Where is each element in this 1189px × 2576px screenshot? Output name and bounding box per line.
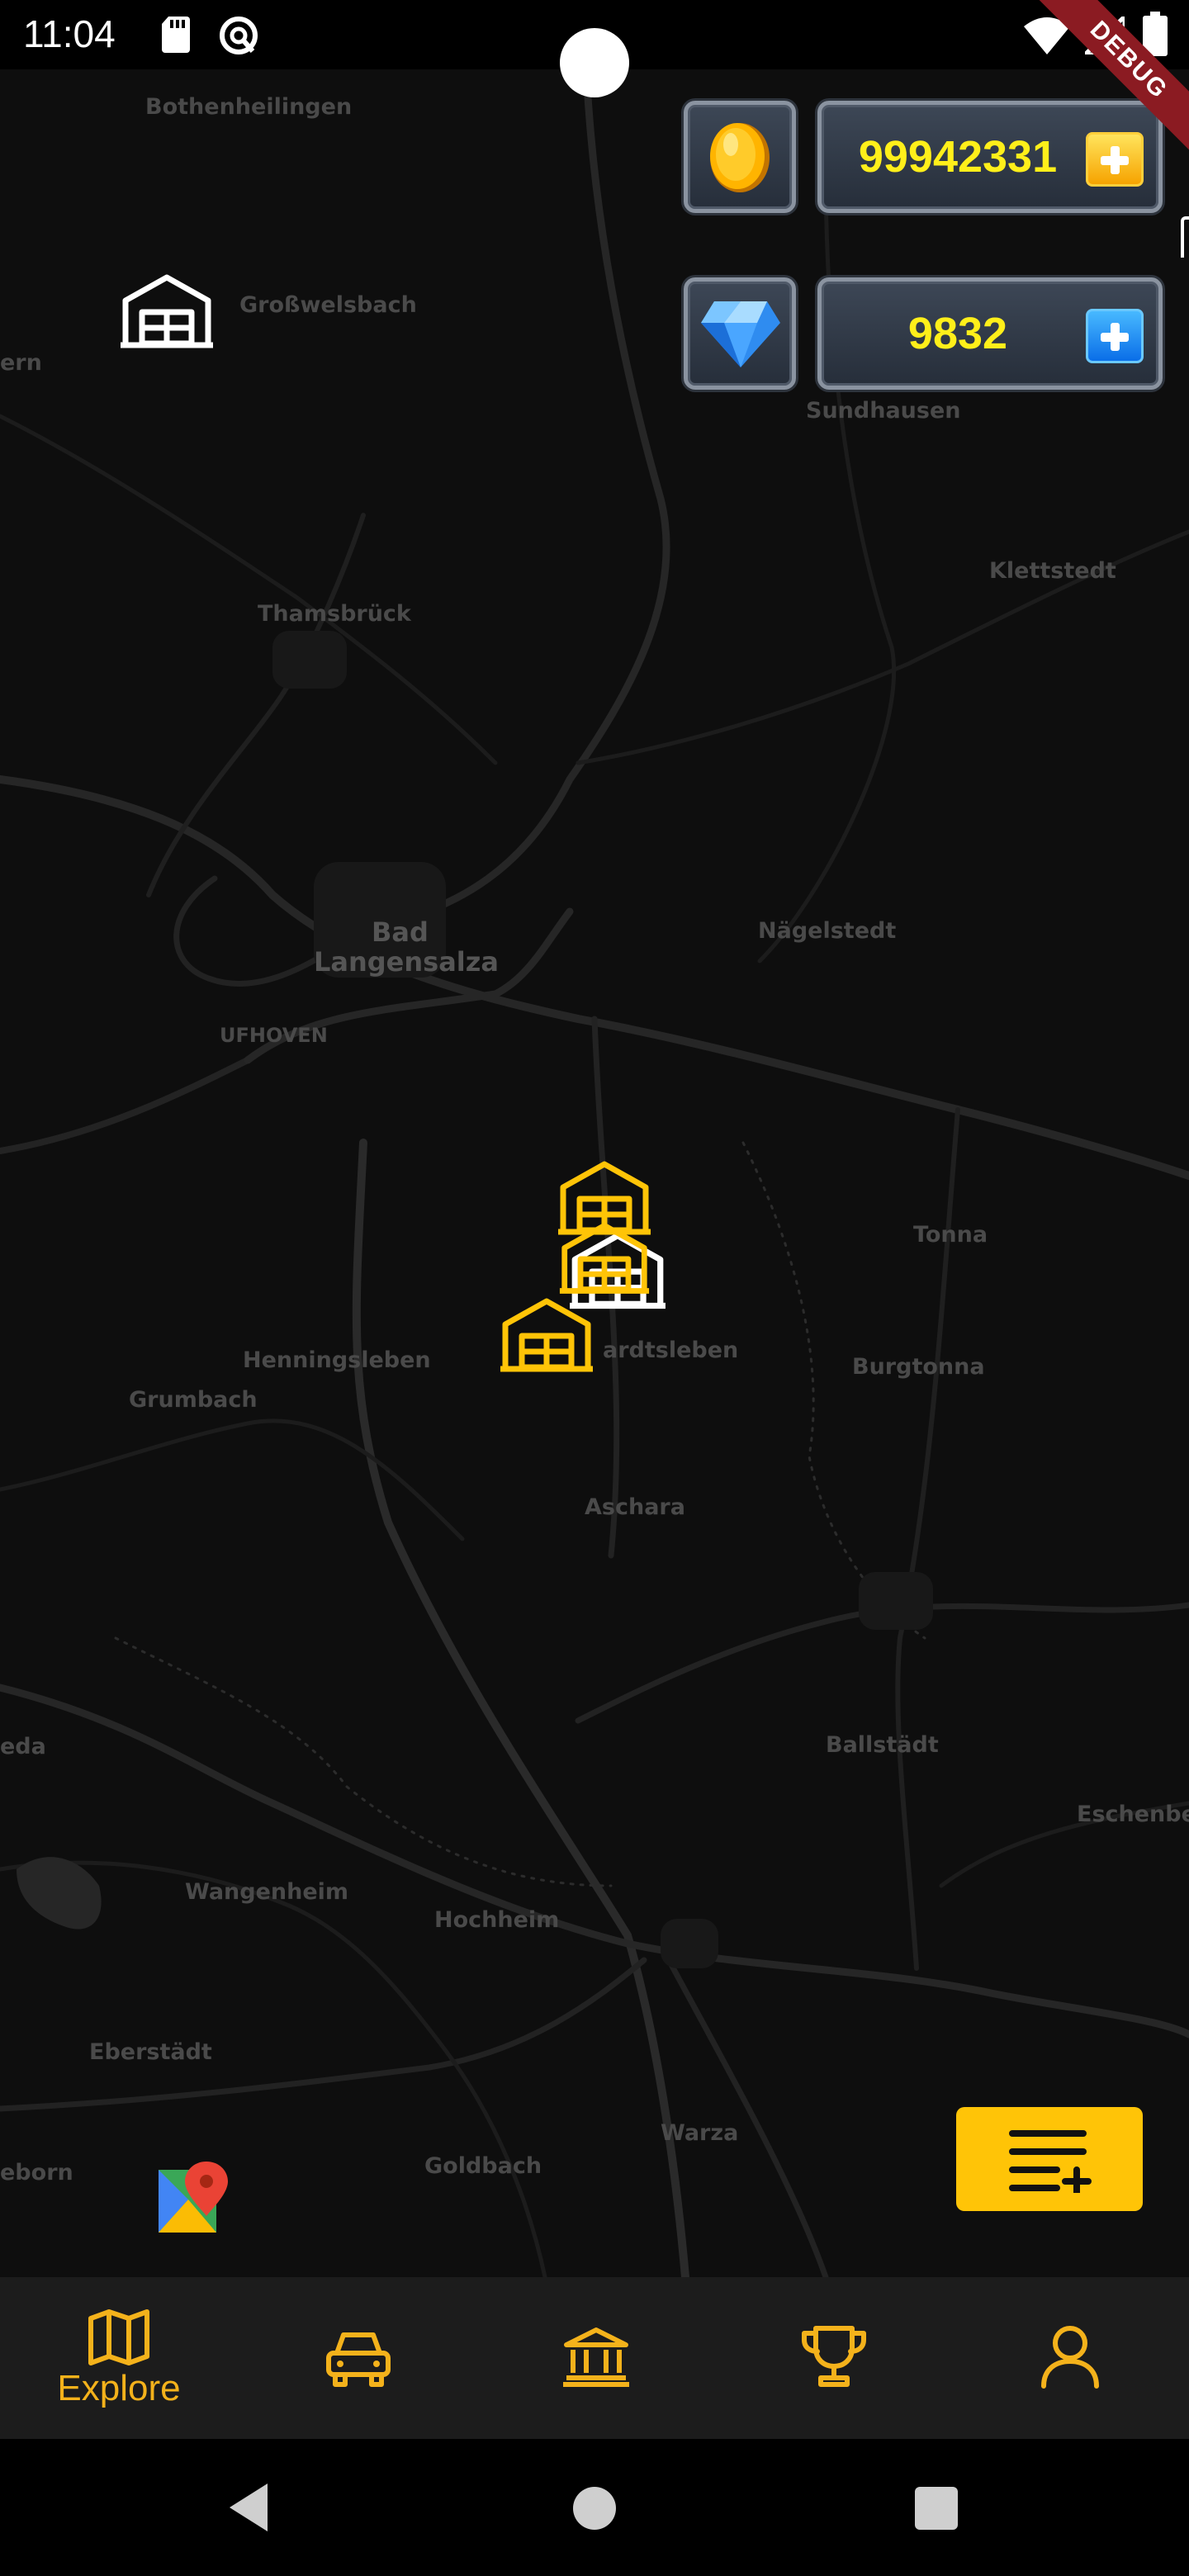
garage-icon[interactable] bbox=[558, 1219, 651, 1296]
place-label: Burgtonna bbox=[852, 1354, 985, 1380]
trophy-icon bbox=[802, 2326, 866, 2387]
add-gems-button[interactable] bbox=[1086, 309, 1144, 363]
place-label: Goldbach bbox=[424, 2153, 542, 2179]
playlist-add-icon bbox=[1009, 2130, 1092, 2193]
place-label: Bad bbox=[372, 916, 429, 948]
place-label: ardtsleben bbox=[603, 1338, 739, 1363]
place-label: eborn bbox=[0, 2160, 73, 2185]
user-icon bbox=[1041, 2326, 1099, 2389]
gold-coin-icon bbox=[710, 123, 770, 192]
place-label: eda bbox=[0, 1734, 46, 1759]
bank-icon bbox=[563, 2327, 629, 2387]
place-label: Grumbach bbox=[129, 1387, 258, 1413]
nav-explore[interactable]: Explore bbox=[0, 2277, 238, 2439]
back-icon[interactable] bbox=[225, 2472, 271, 2543]
notification-sync-icon bbox=[220, 17, 258, 54]
system-nav-bar bbox=[0, 2439, 1189, 2576]
gem-balance: 9832 bbox=[817, 277, 1163, 390]
place-label: Nägelstedt bbox=[758, 918, 897, 944]
place-label: Bothenheilingen bbox=[145, 94, 353, 120]
place-label: Großwelsbach bbox=[239, 292, 417, 318]
place-label: Wangenheim bbox=[185, 1879, 349, 1905]
place-label: Warza bbox=[661, 2120, 739, 2146]
google-maps-icon[interactable] bbox=[155, 2162, 230, 2236]
coin-balance-value: 99942331 bbox=[858, 132, 1058, 182]
blue-diamond-icon bbox=[701, 301, 780, 367]
garage-icon[interactable] bbox=[119, 271, 215, 350]
car-icon bbox=[326, 2332, 391, 2387]
coin-balance: 99942331 bbox=[817, 101, 1163, 213]
place-label: Langensalza bbox=[314, 946, 499, 978]
place-label: ern bbox=[0, 350, 42, 376]
gem-slot bbox=[684, 277, 796, 390]
garage-icon[interactable] bbox=[499, 1295, 594, 1374]
nav-bank[interactable] bbox=[476, 2277, 713, 2439]
nav-explore-label: Explore bbox=[57, 2368, 181, 2408]
add-coins-button[interactable] bbox=[1086, 132, 1144, 187]
sd-card-icon bbox=[162, 17, 190, 53]
gem-balance-value: 9832 bbox=[907, 309, 1008, 358]
bottom-nav: Explore bbox=[0, 2277, 1189, 2439]
place-label: Hochheim bbox=[434, 1907, 560, 1933]
place-label: Eberstädt bbox=[89, 2039, 212, 2065]
map-icon bbox=[88, 2309, 149, 2365]
place-label: Henningsleben bbox=[243, 1347, 431, 1373]
recents-icon[interactable] bbox=[915, 2487, 958, 2530]
place-label: Ballstädt bbox=[826, 1732, 939, 1758]
place-label: Klettstedt bbox=[989, 558, 1116, 584]
nav-trophy[interactable] bbox=[713, 2277, 951, 2439]
nav-cars[interactable] bbox=[238, 2277, 476, 2439]
playlist-add-button[interactable] bbox=[956, 2107, 1143, 2211]
map-view[interactable]: Bothenheilingen Großwelsbach Sundhausen … bbox=[0, 69, 1189, 2277]
status-time: 11:04 bbox=[23, 12, 116, 55]
coin-slot bbox=[684, 101, 796, 213]
place-label: Aschara bbox=[585, 1494, 685, 1520]
place-label: Sundhausen bbox=[806, 398, 961, 424]
place-label: Tonna bbox=[913, 1222, 988, 1248]
offscreen-marker-edge bbox=[1181, 216, 1189, 258]
place-label: UFHOVEN bbox=[220, 1024, 328, 1047]
nav-profile[interactable] bbox=[951, 2277, 1189, 2439]
home-icon[interactable] bbox=[573, 2487, 616, 2530]
place-label: Eschenbe bbox=[1077, 1802, 1189, 1827]
place-label: Thamsbrück bbox=[258, 601, 411, 627]
front-camera bbox=[560, 28, 629, 97]
